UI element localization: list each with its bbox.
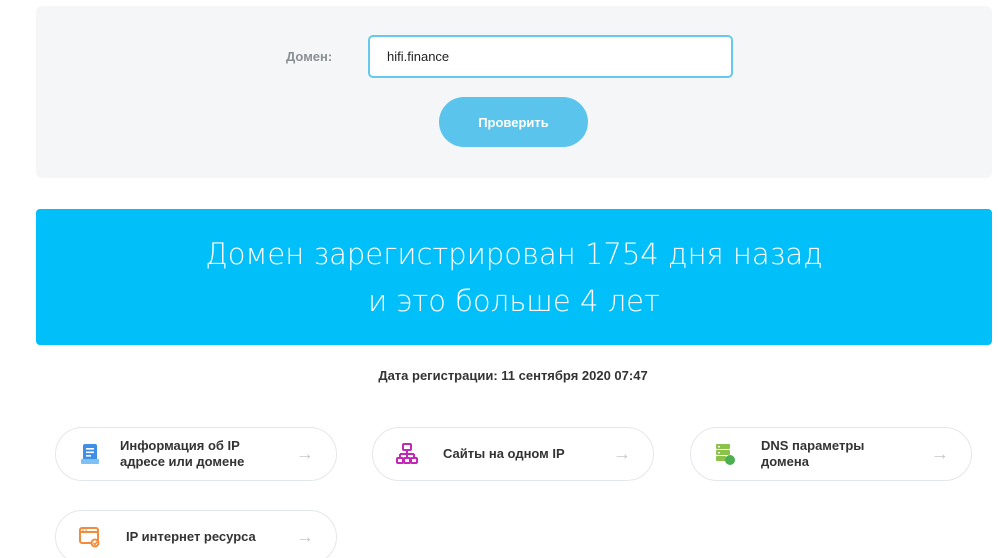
arrow-right-icon: → [931, 443, 949, 464]
domain-check-form: Домен: Проверить [36, 6, 992, 178]
link-card-sites-same-ip[interactable]: Сайты на одном IP → [372, 427, 654, 481]
check-button[interactable]: Проверить [439, 97, 588, 147]
document-icon [81, 444, 99, 464]
link-card-label: Информация об IP адресе или домене [120, 438, 245, 469]
link-card-label: IP интернет ресурса [126, 529, 256, 544]
link-card-ip-resource[interactable]: IP интернет ресурса → [55, 510, 337, 558]
arrow-right-icon: → [296, 443, 314, 464]
arrow-right-icon: → [296, 526, 314, 547]
link-card-ip-info[interactable]: Информация об IP адресе или домене → [55, 427, 337, 481]
web-resource-icon [79, 527, 100, 548]
domain-label: Домен: [286, 49, 333, 64]
link-card-dns-params[interactable]: DNS параметры домена → [690, 427, 972, 481]
result-age-summary: и это больше 4 лет [368, 284, 660, 318]
arrow-right-icon: → [613, 443, 631, 464]
result-age-text: Домен зарегистрирован 1754 дня назад [205, 237, 823, 271]
dns-server-icon [716, 444, 735, 465]
registration-date: Дата регистрации: 11 сентября 2020 07:47 [378, 368, 648, 383]
result-banner: Домен зарегистрирован 1754 дня назад и э… [36, 209, 992, 345]
link-card-label: Сайты на одном IP [443, 446, 565, 461]
link-card-label: DNS параметры домена [761, 438, 865, 469]
domain-input[interactable] [368, 35, 733, 78]
network-icon [396, 443, 418, 464]
